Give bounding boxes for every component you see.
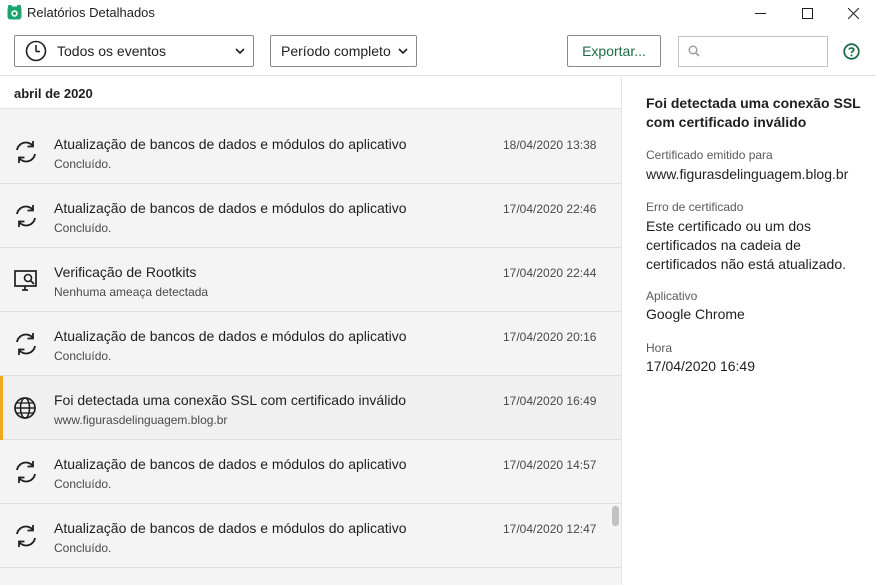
report-title: Atualização de bancos de dados e módulos…: [54, 520, 407, 536]
report-title: Foi detectada uma conexão SSL com certif…: [54, 392, 407, 408]
report-subtitle: Concluído.: [54, 541, 112, 555]
report-title: Atualização de bancos de dados e módulos…: [54, 328, 407, 344]
window-title: Relatórios Detalhados: [27, 5, 155, 20]
report-subtitle: www.figurasdelinguagem.blog.br: [54, 413, 228, 427]
export-button[interactable]: Exportar...: [567, 35, 661, 67]
toolbar: Todos os eventos Período completo Export…: [0, 26, 876, 76]
report-subtitle: Concluído.: [54, 157, 112, 171]
report-subtitle: Concluído.: [54, 477, 112, 491]
cert-issued-value: www.figurasdelinguagem.blog.br: [646, 166, 849, 182]
report-subtitle: Nenhuma ameaça detectada: [54, 285, 209, 299]
period-filter-label: Período completo: [281, 43, 391, 59]
detail-title: Foi detectada uma conexão SSL com certif…: [646, 95, 861, 130]
time-value: 17/04/2020 16:49: [646, 358, 755, 374]
maximize-icon: [801, 7, 813, 19]
search-input[interactable]: [705, 41, 823, 63]
sync-icon: [16, 525, 36, 547]
report-title: Atualização de bancos de dados e módulos…: [54, 456, 407, 472]
report-row[interactable]: Atualização de bancos de dados e módulos…: [0, 504, 621, 568]
report-title: Atualização de bancos de dados e módulos…: [54, 200, 407, 216]
app-logo-icon: [7, 5, 22, 20]
report-datetime: 17/04/2020 22:44: [503, 266, 597, 280]
report-row[interactable]: Atualização de bancos de dados e módulos…: [0, 440, 621, 504]
cert-issued-label: Certificado emitido para: [646, 148, 773, 162]
cert-error-label: Erro de certificado: [646, 200, 744, 214]
report-row-selected[interactable]: Foi detectada uma conexão SSL com certif…: [0, 376, 621, 440]
close-button[interactable]: [830, 0, 876, 26]
sync-icon: [16, 141, 36, 163]
report-datetime: 17/04/2020 14:57: [503, 458, 597, 472]
chevron-down-icon: [235, 48, 245, 55]
report-datetime: 17/04/2020 12:47: [503, 522, 597, 536]
month-header: abril de 2020: [0, 77, 621, 109]
events-filter-label: Todos os eventos: [57, 43, 166, 59]
cert-error-value: Este certificado ou um dos certificados …: [646, 218, 847, 272]
report-subtitle: Concluído.: [54, 349, 112, 363]
scrollbar-thumb[interactable]: [612, 506, 619, 526]
report-title: Atualização de bancos de dados e módulos…: [54, 136, 407, 152]
globe-icon: [14, 397, 36, 419]
report-datetime: 18/04/2020 13:38: [503, 138, 597, 152]
selection-indicator: [0, 376, 3, 440]
events-filter-dropdown[interactable]: Todos os eventos: [14, 35, 254, 67]
report-rows: Atualização de bancos de dados e módulos…: [0, 120, 621, 568]
time-label: Hora: [646, 341, 673, 355]
search-icon: [688, 45, 700, 57]
month-label: abril de 2020: [14, 86, 93, 101]
report-row[interactable]: Verificação de Rootkits Nenhuma ameaça d…: [0, 248, 621, 312]
app-label: Aplicativo: [646, 289, 698, 303]
report-title: Verificação de Rootkits: [54, 264, 197, 280]
report-datetime: 17/04/2020 16:49: [503, 394, 597, 408]
close-icon: [847, 7, 859, 19]
report-datetime: 17/04/2020 20:16: [503, 330, 597, 344]
rootkit-scan-icon: [14, 270, 37, 291]
clock-icon: [25, 40, 47, 62]
minimize-icon: [754, 12, 766, 14]
sync-icon: [16, 333, 36, 355]
report-list: abril de 2020 Atualização de bancos de d…: [0, 77, 622, 585]
period-filter-dropdown[interactable]: Período completo: [270, 35, 417, 67]
chevron-down-icon: [398, 48, 408, 55]
search-box[interactable]: [678, 36, 828, 67]
report-row[interactable]: Atualização de bancos de dados e módulos…: [0, 184, 621, 248]
report-row[interactable]: Atualização de bancos de dados e módulos…: [0, 312, 621, 376]
title-bar: Relatórios Detalhados: [0, 0, 876, 26]
app-value: Google Chrome: [646, 306, 745, 322]
report-row[interactable]: Atualização de bancos de dados e módulos…: [0, 120, 621, 184]
sync-icon: [16, 205, 36, 227]
report-subtitle: Concluído.: [54, 221, 112, 235]
detail-panel: Foi detectada uma conexão SSL com certif…: [623, 77, 876, 585]
maximize-button[interactable]: [784, 0, 830, 26]
minimize-button[interactable]: [737, 0, 783, 26]
help-icon[interactable]: [843, 43, 860, 60]
report-datetime: 17/04/2020 22:46: [503, 202, 597, 216]
sync-icon: [16, 461, 36, 483]
